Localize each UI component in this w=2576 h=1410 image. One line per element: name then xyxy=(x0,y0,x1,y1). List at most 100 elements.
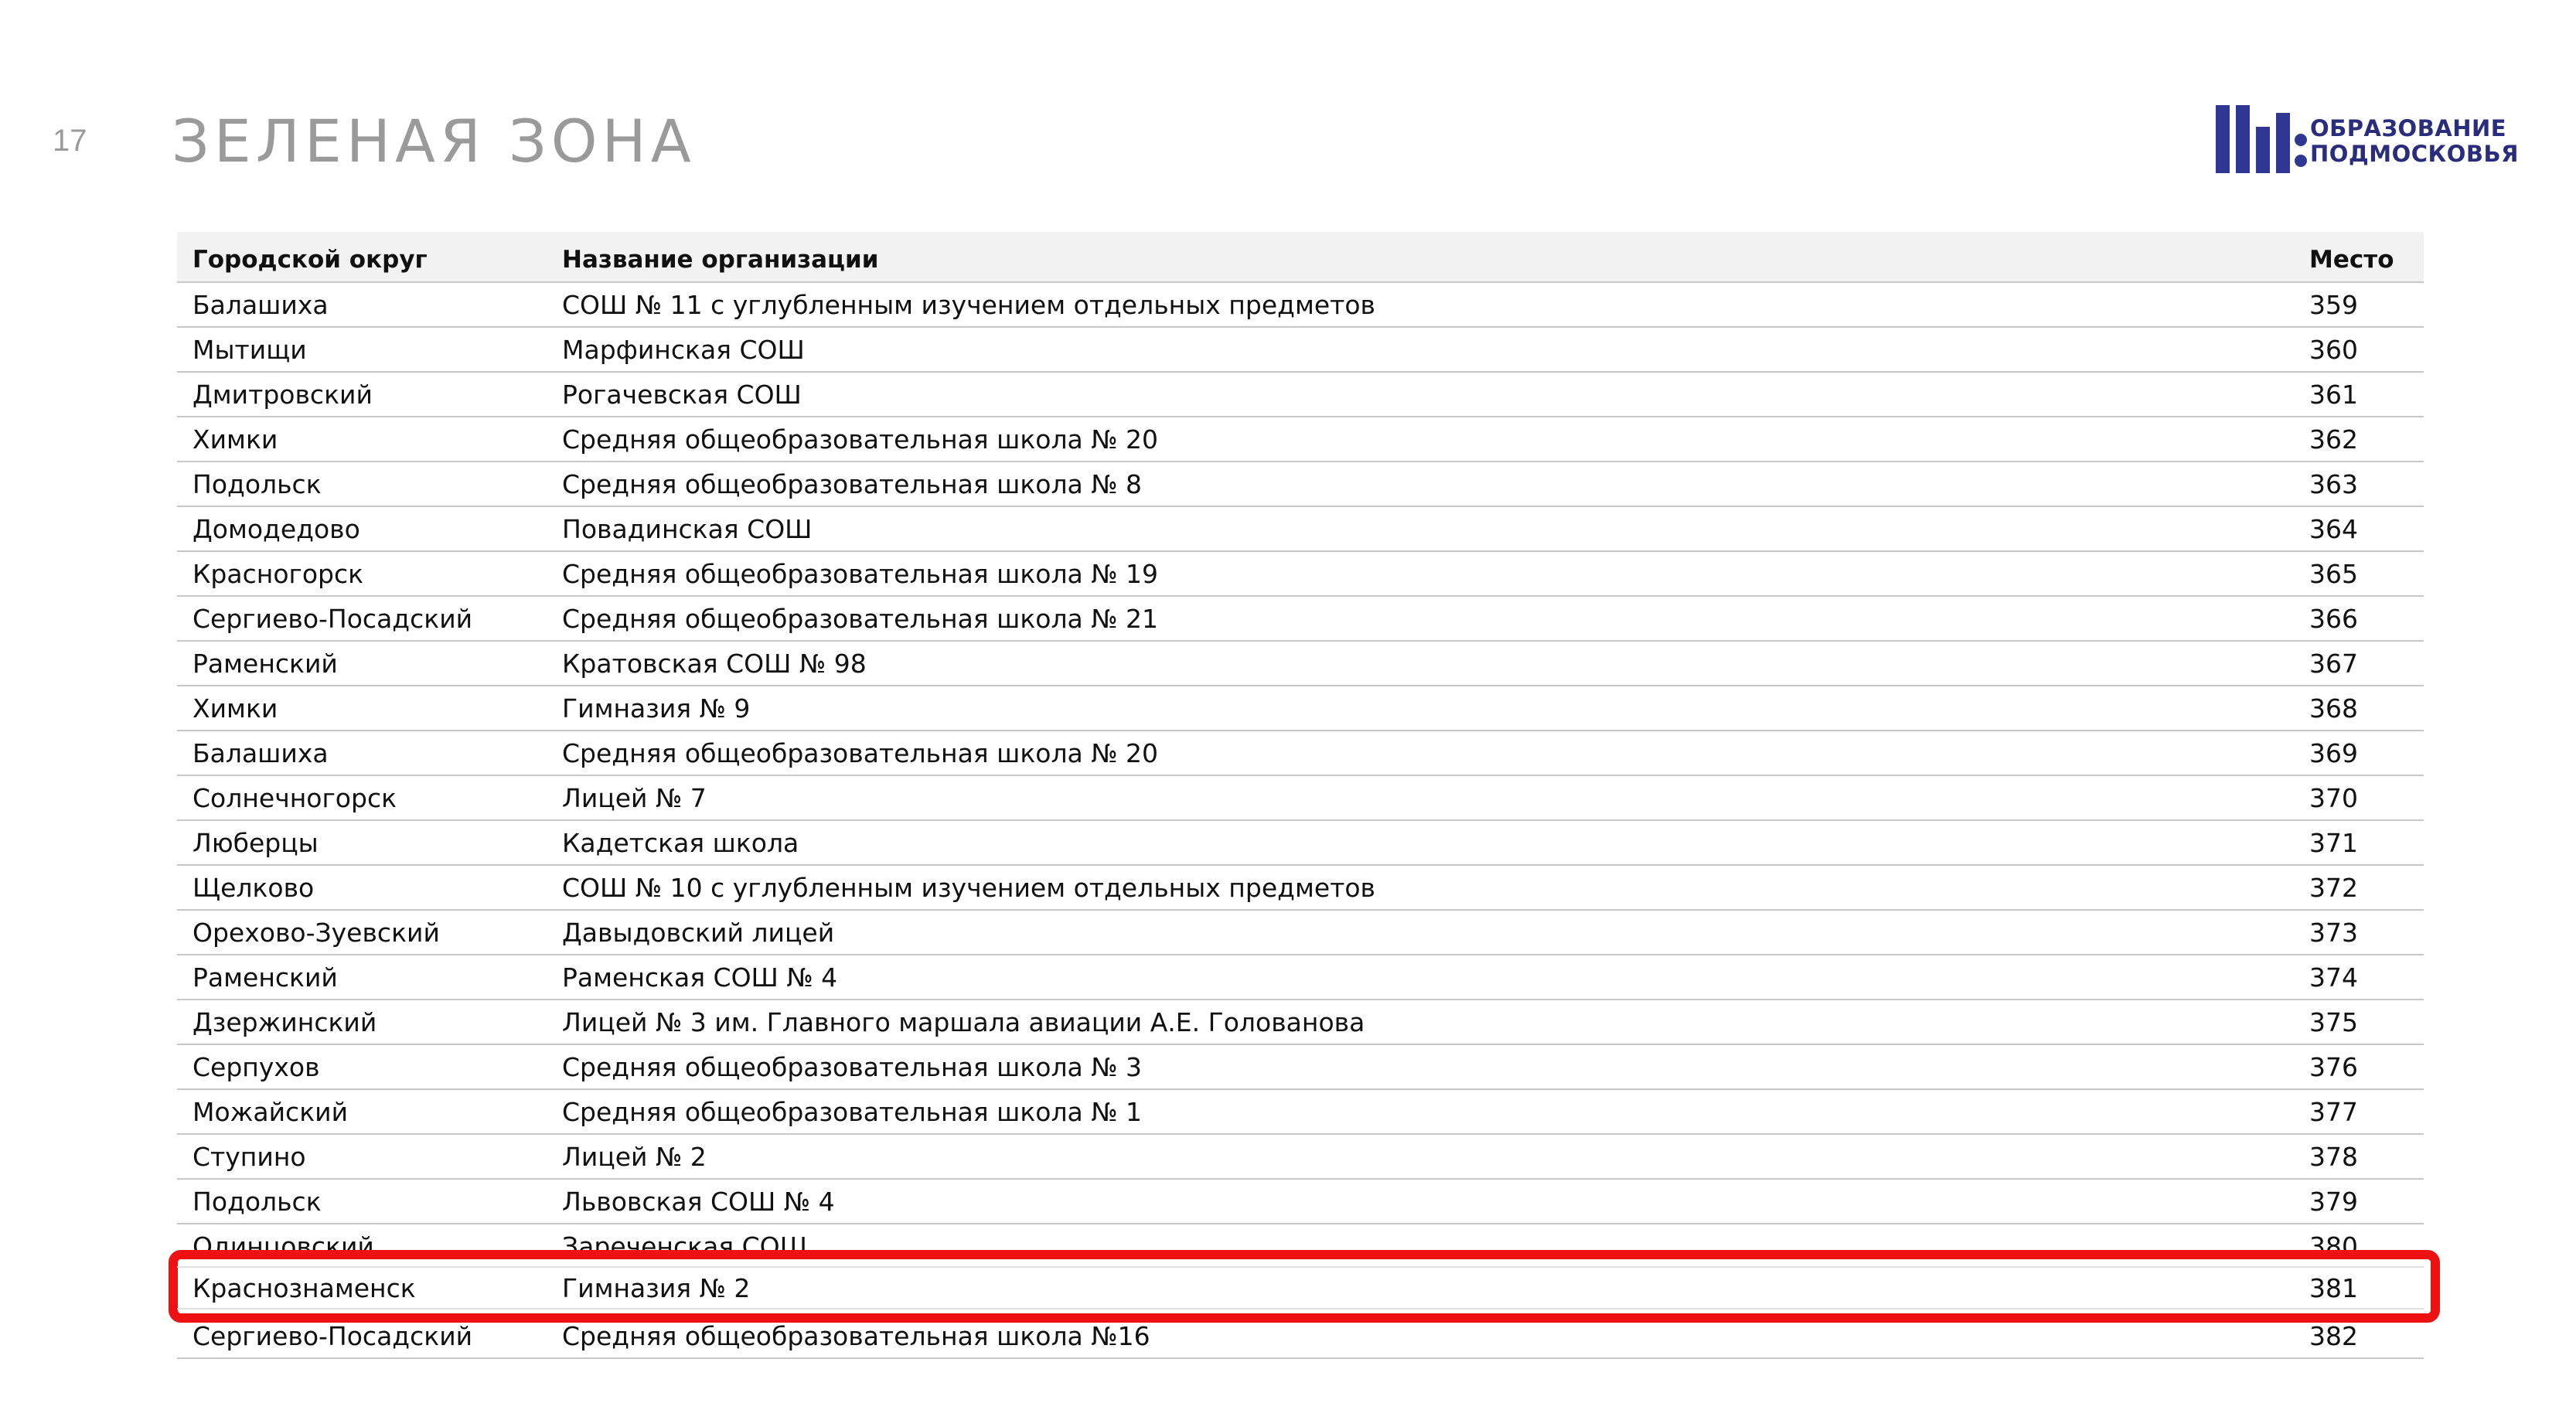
table-row: Щелково СОШ № 10 с углубленным изучением … xyxy=(177,865,2424,911)
cell-org: Лицей № 2 xyxy=(547,1134,2309,1180)
table-row: Ступино Лицей № 2 378 xyxy=(177,1134,2424,1180)
highlighted-org: Гимназия № 2 xyxy=(562,1272,751,1303)
cell-district: Солнечногорск xyxy=(177,775,547,821)
table-header-row: Городской округ Название организации Мес… xyxy=(177,232,2424,283)
table-row: Химки Средняя общеобразовательная школа №… xyxy=(177,417,2424,462)
table-row: Раменский Раменская СОШ № 4 374 xyxy=(177,955,2424,1000)
highlighted-district: Краснознаменск xyxy=(193,1272,416,1303)
cell-place: 377 xyxy=(2309,1089,2424,1135)
cell-district: Химки xyxy=(177,686,547,731)
cell-district: Можайский xyxy=(177,1089,547,1135)
cell-org: Давыдовский лицей xyxy=(547,910,2309,955)
cell-place: 365 xyxy=(2309,551,2424,597)
column-header-org: Название организации xyxy=(547,232,2309,283)
cell-place: 367 xyxy=(2309,641,2424,686)
cell-org: Раменская СОШ № 4 xyxy=(547,955,2309,1000)
cell-place: 376 xyxy=(2309,1044,2424,1090)
cell-place: 368 xyxy=(2309,686,2424,731)
cell-district: Дзержинский xyxy=(177,1000,547,1045)
cell-place: 371 xyxy=(2309,820,2424,866)
cell-org: Средняя общеобразовательная школа № 21 xyxy=(547,596,2309,642)
cell-place: 361 xyxy=(2309,372,2424,417)
cell-place: 363 xyxy=(2309,461,2424,507)
cell-place: 378 xyxy=(2309,1134,2424,1180)
table-row: Орехово-Зуевский Давыдовский лицей 373 xyxy=(177,910,2424,955)
table-row: Дмитровский Рогачевская СОШ 361 xyxy=(177,372,2424,417)
cell-org: Кратовская СОШ № 98 xyxy=(547,641,2309,686)
cell-org: Средняя общеобразовательная школа № 1 xyxy=(547,1089,2309,1135)
cell-org: Зареченская СОШ xyxy=(547,1224,2309,1269)
cell-place: 359 xyxy=(2309,282,2424,328)
cell-place: 372 xyxy=(2309,865,2424,911)
highlighted-row: Краснознаменск Гимназия № 2 381 xyxy=(177,1266,2424,1310)
cell-org: Лицей № 3 им. Главного маршала авиации А… xyxy=(547,1000,2309,1045)
cell-district: Подольск xyxy=(177,461,547,507)
cell-org: Львовская СОШ № 4 xyxy=(547,1179,2309,1224)
logo-bars-icon xyxy=(2216,105,2307,173)
logo-line-2: ПОДМОСКОВЬЯ xyxy=(2310,141,2519,167)
page-number: 17 xyxy=(53,124,87,158)
cell-district: Раменский xyxy=(177,641,547,686)
cell-district: Серпухов xyxy=(177,1044,547,1090)
highlighted-place: 381 xyxy=(2309,1272,2358,1303)
cell-org: Средняя общеобразовательная школа №16 xyxy=(547,1313,2309,1359)
cell-org: Марфинская СОШ xyxy=(547,327,2309,373)
logo-line-1: ОБРАЗОВАНИЕ xyxy=(2310,115,2507,141)
column-header-district: Городской округ xyxy=(177,232,547,283)
cell-district: Сергиево-Посадский xyxy=(177,1313,547,1359)
table-row: Подольск Львовская СОШ № 4 379 xyxy=(177,1179,2424,1224)
table-row: Сергиево-Посадский Средняя общеобразовате… xyxy=(177,1313,2424,1359)
cell-place: 375 xyxy=(2309,1000,2424,1045)
cell-district: Мытищи xyxy=(177,327,547,373)
cell-place: 374 xyxy=(2309,955,2424,1000)
cell-place: 364 xyxy=(2309,506,2424,552)
table-row: Балашиха СОШ № 11 с углубленным изучением… xyxy=(177,282,2424,328)
ranking-table-container: Городской округ Название организации Мес… xyxy=(177,232,2424,1359)
cell-district: Одинцовский xyxy=(177,1224,547,1269)
cell-district: Щелково xyxy=(177,865,547,911)
table-row: Сергиево-Посадский Средняя общеобразовате… xyxy=(177,596,2424,642)
cell-district: Люберцы xyxy=(177,820,547,866)
cell-place: 369 xyxy=(2309,731,2424,776)
table-row: Солнечногорск Лицей № 7 370 xyxy=(177,775,2424,821)
cell-place: 379 xyxy=(2309,1179,2424,1224)
cell-district: Химки xyxy=(177,417,547,462)
cell-place: 370 xyxy=(2309,775,2424,821)
cell-org: Средняя общеобразовательная школа № 20 xyxy=(547,731,2309,776)
cell-district: Орехово-Зуевский xyxy=(177,910,547,955)
cell-district: Красногорск xyxy=(177,551,547,597)
cell-org: СОШ № 11 с углубленным изучением отдельн… xyxy=(547,282,2309,328)
cell-district: Подольск xyxy=(177,1179,547,1224)
table-row: Балашиха Средняя общеобразовательная школ… xyxy=(177,731,2424,776)
ranking-table: Городской округ Название организации Мес… xyxy=(177,232,2424,1359)
table-row: Дзержинский Лицей № 3 им. Главного маршал… xyxy=(177,1000,2424,1045)
cell-place: 362 xyxy=(2309,417,2424,462)
table-row: Мытищи Марфинская СОШ 360 xyxy=(177,327,2424,373)
table-row: Домодедово Повадинская СОШ 364 xyxy=(177,506,2424,552)
cell-org: Повадинская СОШ xyxy=(547,506,2309,552)
cell-org: Рогачевская СОШ xyxy=(547,372,2309,417)
table-row: Одинцовский Зареченская СОШ 380 xyxy=(177,1224,2424,1269)
brand-logo: ОБРАЗОВАНИЕ ПОДМОСКОВЬЯ xyxy=(2216,105,2518,175)
logo-text: ОБРАЗОВАНИЕ ПОДМОСКОВЬЯ xyxy=(2310,116,2519,167)
cell-place: 382 xyxy=(2309,1313,2424,1359)
page-title: ЗЕЛЕНАЯ ЗОНА xyxy=(172,107,696,175)
cell-place: 360 xyxy=(2309,327,2424,373)
cell-place: 380 xyxy=(2309,1224,2424,1269)
cell-org: Средняя общеобразовательная школа № 3 xyxy=(547,1044,2309,1090)
cell-place: 366 xyxy=(2309,596,2424,642)
cell-district: Балашиха xyxy=(177,731,547,776)
cell-district: Балашиха xyxy=(177,282,547,328)
cell-district: Ступино xyxy=(177,1134,547,1180)
cell-district: Сергиево-Посадский xyxy=(177,596,547,642)
table-row: Люберцы Кадетская школа 371 xyxy=(177,820,2424,866)
cell-org: Гимназия № 9 xyxy=(547,686,2309,731)
cell-org: Лицей № 7 xyxy=(547,775,2309,821)
cell-org: Кадетская школа xyxy=(547,820,2309,866)
table-row: Химки Гимназия № 9 368 xyxy=(177,686,2424,731)
cell-district: Домодедово xyxy=(177,506,547,552)
cell-org: Средняя общеобразовательная школа № 20 xyxy=(547,417,2309,462)
cell-org: Средняя общеобразовательная школа № 8 xyxy=(547,461,2309,507)
cell-district: Дмитровский xyxy=(177,372,547,417)
table-row: Подольск Средняя общеобразовательная школ… xyxy=(177,461,2424,507)
